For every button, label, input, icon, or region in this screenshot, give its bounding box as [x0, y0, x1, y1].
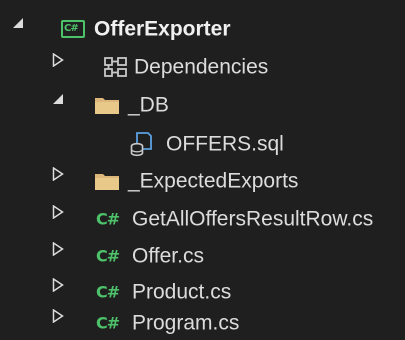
chevron-expanded-icon[interactable] — [52, 93, 64, 105]
csharp-file-icon: C# — [96, 246, 120, 266]
csharp-project-icon: C# — [61, 20, 85, 38]
tree-item-label: _DB — [128, 93, 169, 117]
chevron-collapsed-icon[interactable] — [52, 205, 64, 219]
tree-item-label: Dependencies — [134, 55, 269, 79]
solution-explorer-tree: C# OfferExporter Dependencies _DB OFFERS… — [0, 0, 405, 340]
chevron-collapsed-icon[interactable] — [52, 242, 64, 256]
tree-item-label: Program.cs — [132, 311, 240, 335]
chevron-collapsed-icon[interactable] — [52, 278, 64, 292]
chevron-collapsed-icon[interactable] — [52, 53, 64, 67]
tree-item-label: Product.cs — [132, 280, 232, 304]
tree-row-getalloffersresultrow[interactable]: C# GetAllOffersResultRow.cs — [0, 199, 405, 239]
tree-row-offer[interactable]: C# Offer.cs — [0, 236, 405, 276]
chevron-collapsed-icon[interactable] — [52, 167, 64, 181]
tree-row-dependencies[interactable]: Dependencies — [0, 47, 405, 87]
csharp-file-icon: C# — [96, 313, 120, 333]
folder-icon — [95, 174, 119, 190]
tree-row-offers-sql[interactable]: OFFERS.sql — [0, 124, 405, 164]
tree-item-label: OFFERS.sql — [166, 132, 284, 156]
project-name: OfferExporter — [94, 17, 231, 41]
dependencies-icon — [104, 57, 127, 77]
chevron-expanded-icon[interactable] — [12, 17, 24, 29]
tree-row-expected-exports-folder[interactable]: _ExpectedExports — [0, 161, 405, 201]
csharp-file-icon: C# — [96, 282, 120, 302]
chevron-collapsed-icon[interactable] — [52, 309, 64, 323]
tree-item-label: Offer.cs — [132, 244, 204, 268]
tree-row-project[interactable]: C# OfferExporter — [0, 9, 405, 49]
csharp-file-icon: C# — [96, 209, 120, 229]
tree-item-label: _ExpectedExports — [128, 169, 299, 193]
tree-item-label: GetAllOffersResultRow.cs — [132, 207, 374, 231]
sql-file-icon — [130, 132, 152, 157]
folder-icon — [95, 98, 119, 114]
tree-row-db-folder[interactable]: _DB — [0, 85, 405, 125]
tree-row-program[interactable]: C# Program.cs — [0, 303, 405, 340]
